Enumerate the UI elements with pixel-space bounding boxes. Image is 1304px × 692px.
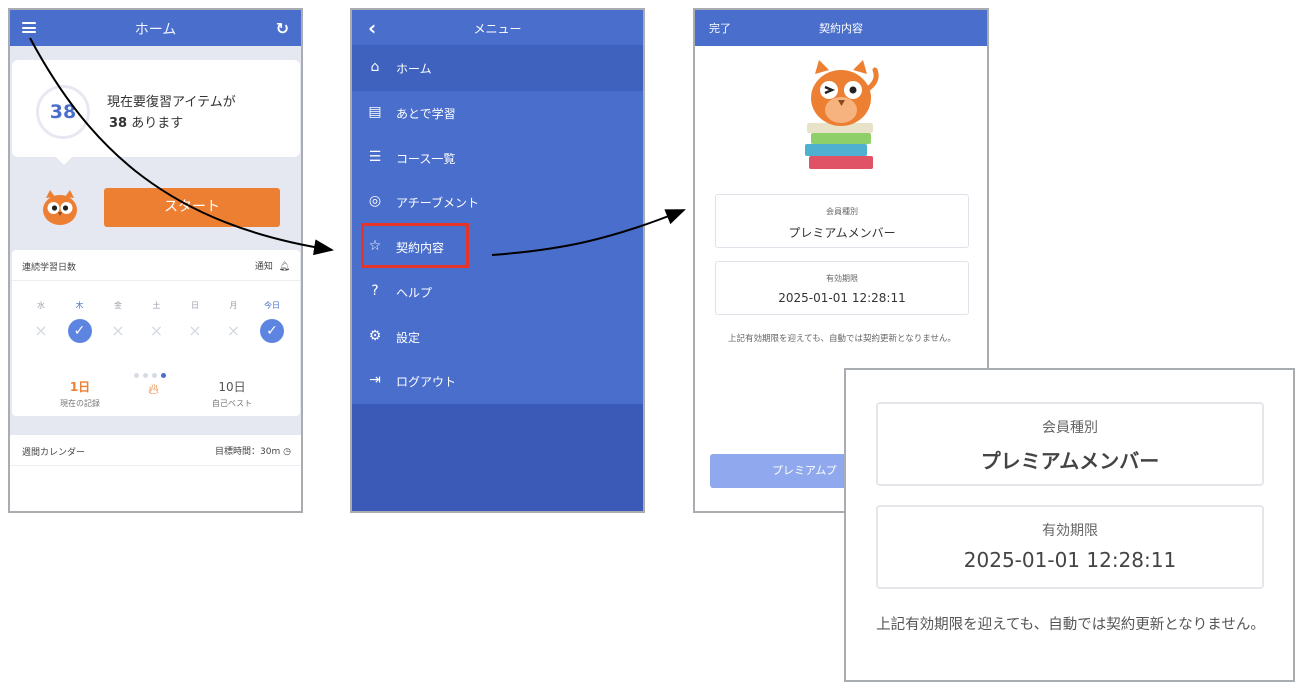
- current-record: 1日 現在の記録: [52, 378, 108, 409]
- menu-item-label: ホーム: [396, 62, 432, 76]
- renewal-note: 上記有効期限を迎えても、自動では契約更新となりません。: [728, 334, 956, 344]
- menu-item-label: 設定: [396, 330, 421, 345]
- menu-header: ‹ メニュー: [352, 10, 643, 46]
- current-record-value: 1日: [69, 380, 91, 394]
- menu-item-5[interactable]: ? ヘルプ: [352, 270, 643, 315]
- expiry-box-zoomed: 有効期限 2025-01-01 12:28:11: [876, 505, 1264, 589]
- cross-icon: ×: [188, 321, 202, 340]
- best-record-label: 自己ベスト: [211, 399, 253, 408]
- review-text: 現在要復習アイテムが: [107, 95, 236, 110]
- expiry-key: 有効期限: [826, 274, 858, 283]
- membership-box-zoomed: 会員種別 プレミアムメンバー: [876, 402, 1264, 486]
- goal-time[interactable]: 目標時間：30m ◷: [215, 444, 291, 457]
- menu-item-label: あとで学習: [396, 106, 456, 121]
- menu-item-7[interactable]: ⇥ ログアウト: [352, 359, 643, 404]
- expiry-key-zoomed: 有効期限: [1042, 523, 1098, 539]
- menu-item-1[interactable]: ▤ あとで学習: [352, 91, 643, 136]
- day-1: 木 ✓: [65, 300, 95, 343]
- contract-title: 契約内容: [819, 22, 863, 35]
- weekday-streak-row: 水 × 木 ✓ 金 × 土 × 日 × 月 × 今日 ✓: [26, 300, 288, 343]
- day-4: 日 ×: [180, 300, 210, 343]
- cross-icon: ×: [34, 321, 48, 340]
- bell-icon: 🔔︎: [275, 262, 290, 272]
- membership-key: 会員種別: [826, 207, 858, 216]
- gear-icon: ⚙: [368, 327, 382, 344]
- review-count-text: 38 あります: [109, 112, 183, 131]
- cross-icon: ×: [149, 321, 164, 340]
- start-button[interactable]: スタート: [104, 188, 280, 227]
- contract-header: 完了 契約内容: [695, 10, 987, 46]
- menu-title: メニュー: [473, 22, 522, 36]
- best-record: 10日 自己ベスト: [202, 378, 262, 409]
- notify-label: 通知: [254, 262, 273, 272]
- day-label: 月: [229, 301, 238, 310]
- renewal-note-zoomed: 上記有効期限を迎えても、自動では契約更新となりません。: [876, 617, 1265, 633]
- owl-on-books-icon: [805, 60, 879, 169]
- streak-card: 連続学習日数 通知 🔔︎ 水 × 木 ✓ 金 × 土 × 日 × 月 × 今日 ✓ 1日 現在の記録 🔥︎…: [12, 250, 300, 416]
- week-calendar-card: 週間カレンダー 目標時間：30m ◷: [10, 435, 301, 511]
- menu-item-label: ヘルプ: [396, 285, 433, 300]
- current-record-label: 現在の記録: [60, 399, 100, 408]
- membership-value-zoomed: プレミアムメンバー: [980, 449, 1160, 473]
- review-count-suffix: あります: [131, 116, 184, 131]
- menu-item-6[interactable]: ⚙ 設定: [352, 315, 643, 360]
- cross-icon: ×: [226, 321, 241, 340]
- day-label: 金: [114, 301, 122, 310]
- streak-title: 連続学習日数: [22, 263, 77, 273]
- week-calendar-title: 週間カレンダー: [22, 448, 86, 458]
- menu-item-label: コース一覧: [396, 151, 456, 166]
- divider: [12, 280, 300, 281]
- check-icon: ✓: [260, 319, 284, 343]
- membership-box: 会員種別 プレミアムメンバー: [715, 194, 969, 248]
- home-title: ホーム: [134, 22, 177, 38]
- library-icon: ▤: [368, 103, 382, 120]
- day-label: 水: [37, 301, 45, 310]
- day-6: 今日 ✓: [257, 300, 287, 343]
- expiry-box: 有効期限 2025-01-01 12:28:11: [715, 261, 969, 315]
- highlight-box: [361, 223, 469, 268]
- notify-toggle[interactable]: 通知 🔔︎: [255, 259, 290, 272]
- menu-item-0[interactable]: ⌂ ホーム: [352, 46, 643, 91]
- best-record-value: 10日: [218, 380, 246, 394]
- owl-mascot-icon: [43, 190, 77, 225]
- menu-item-label: アチーブメント: [396, 196, 480, 211]
- help-icon: ?: [371, 282, 379, 299]
- clock-icon: ◷: [283, 447, 291, 457]
- day-label: 今日: [264, 301, 280, 310]
- logout-icon: ⇥: [369, 372, 381, 389]
- day-label: 土: [152, 301, 161, 310]
- expiry-value-zoomed: 2025-01-01 12:28:11: [963, 548, 1177, 572]
- day-label: 木: [75, 301, 84, 310]
- day-2: 金 ×: [103, 300, 133, 343]
- day-0: 水 ×: [26, 300, 56, 343]
- home-header: ホーム ↻: [10, 10, 301, 46]
- goal-time-label: 目標時間：30m: [215, 447, 281, 457]
- cross-icon: ×: [111, 321, 125, 340]
- review-count-ring: 38: [36, 85, 90, 139]
- target-icon: ◎: [368, 193, 382, 210]
- menu-screen: ‹ メニュー ⌂ ホーム ▤ あとで学習 ☰ コース一覧 ◎ アチーブメント ☆ 契約内容? ヘルプ…: [350, 8, 645, 513]
- refresh-icon[interactable]: ↻: [276, 19, 289, 38]
- home-icon: ⌂: [370, 59, 380, 75]
- expiry-value: 2025-01-01 12:28:11: [778, 291, 906, 305]
- divider: [10, 465, 301, 466]
- home-screen: ホーム ↻ 38 現在要復習アイテムが 38 あります スタート 連続学習日数 …: [8, 8, 303, 513]
- campfire-icon: 🔥︎: [148, 380, 160, 398]
- list-icon: ☰: [368, 148, 382, 165]
- check-icon: ✓: [67, 319, 92, 343]
- menu-item-2[interactable]: ☰ コース一覧: [352, 136, 643, 181]
- speech-bubble-tail: [54, 155, 74, 165]
- zoom-inset: 会員種別 プレミアムメンバー 有効期限 2025-01-01 12:28:11 …: [844, 368, 1295, 682]
- day-5: 月 ×: [219, 300, 249, 343]
- menu-item-label: ログアウト: [396, 375, 457, 390]
- membership-key-zoomed: 会員種別: [1042, 420, 1098, 436]
- review-card[interactable]: 38 現在要復習アイテムが 38 あります: [12, 60, 300, 157]
- day-3: 土 ×: [142, 300, 172, 343]
- day-label: 日: [191, 301, 199, 310]
- membership-value: プレミアムメンバー: [788, 226, 896, 240]
- review-count-value: 38: [109, 116, 128, 131]
- menu-item-3[interactable]: ◎ アチーブメント: [352, 180, 643, 225]
